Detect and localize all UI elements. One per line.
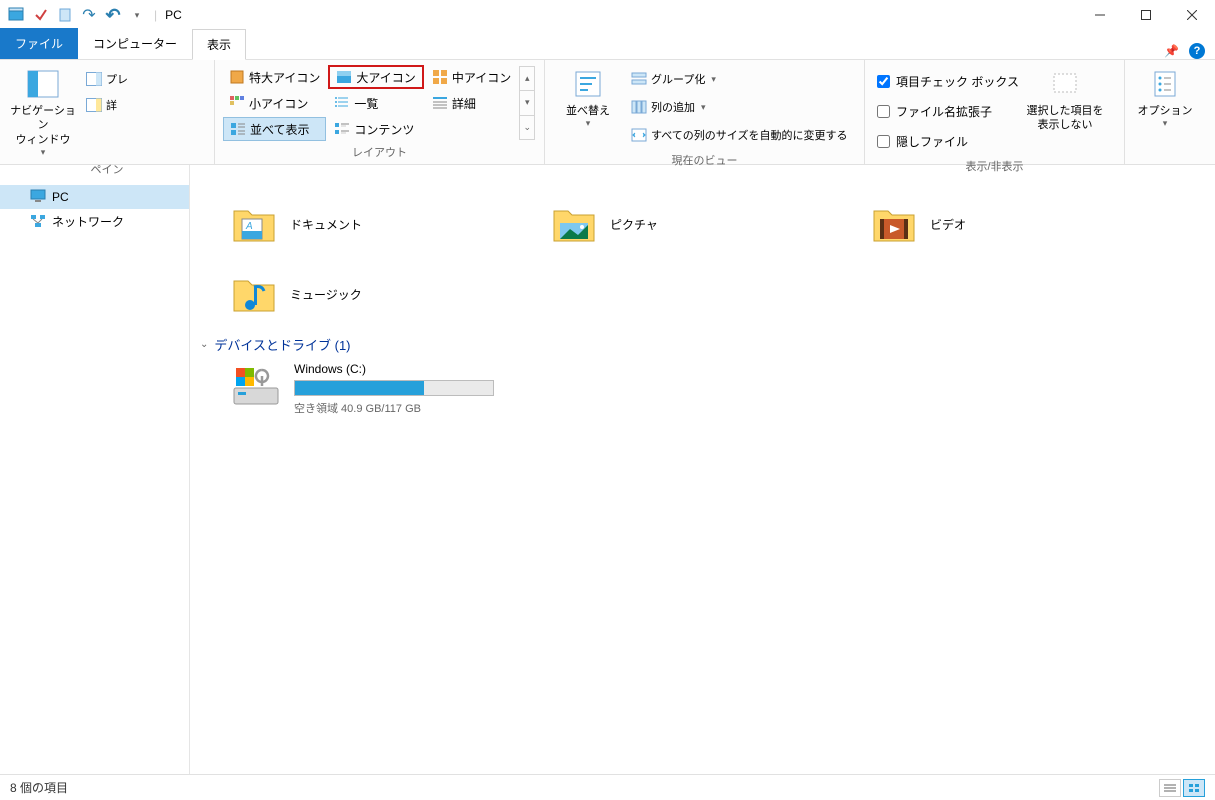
list-item[interactable]: [870, 165, 1120, 189]
window-title: PC: [165, 8, 182, 22]
options-button[interactable]: オプション ▾: [1133, 64, 1197, 130]
view-details-button[interactable]: [1159, 779, 1181, 797]
status-item-count: 8 個の項目: [10, 779, 68, 796]
tab-view[interactable]: 表示: [192, 29, 246, 60]
autosize-columns-button[interactable]: すべての列のサイズを自動的に変更する: [627, 124, 851, 146]
add-columns-button[interactable]: 列の追加▾: [627, 96, 851, 118]
sidebar-item-pc[interactable]: PC: [0, 185, 189, 209]
qat-new-button[interactable]: [54, 4, 76, 26]
view-large-icons-button[interactable]: [1183, 779, 1205, 797]
devices-section-header[interactable]: ⌄ デバイスとドライブ (1): [200, 329, 1215, 362]
tab-computer[interactable]: コンピューター: [78, 28, 192, 59]
drive-usage-bar: [294, 380, 494, 396]
layout-gallery: 特大アイコン 大アイコン 中アイコン 小アイコン 一覧 詳細 並べて表示 コンテ…: [223, 65, 517, 141]
pc-icon: [30, 189, 46, 205]
music-icon: [230, 270, 278, 318]
videos-icon: [870, 200, 918, 248]
layout-list[interactable]: 一覧: [328, 91, 423, 115]
drive-icon: [230, 362, 282, 410]
sort-by-button[interactable]: 並べ替え ▾: [553, 64, 623, 130]
details-pane-button[interactable]: 詳: [82, 94, 132, 116]
close-button[interactable]: [1169, 0, 1215, 30]
tab-file[interactable]: ファイル: [0, 28, 78, 59]
minimize-button[interactable]: [1077, 0, 1123, 30]
help-icon[interactable]: ?: [1189, 43, 1205, 59]
main-content: A ドキュメント ピクチャ ビデオ ミュージック ⌄ デバイスとドライブ (1): [190, 165, 1215, 774]
navigation-sidebar: PC ネットワーク: [0, 165, 190, 774]
explorer-icon: [6, 4, 28, 26]
ribbon-tabs: ファイル コンピューター 表示 📌 ?: [0, 30, 1215, 60]
drive-free-text: 空き領域 40.9 GB/117 GB: [294, 400, 510, 416]
hidden-files-checkbox[interactable]: 隠しファイル: [877, 130, 1019, 152]
folder-label: ビデオ: [930, 216, 966, 233]
layout-gallery-scroll[interactable]: ▴▾⌄: [519, 66, 535, 140]
network-icon: [30, 214, 46, 230]
list-item[interactable]: [550, 165, 800, 189]
drive-c[interactable]: Windows (C:) 空き領域 40.9 GB/117 GB: [200, 362, 540, 416]
ribbon: ナビゲーション ウィンドウ ▾ プレ 詳 ペイン 特大アイコン 大アイコン 中ア…: [0, 60, 1215, 165]
title-bar: ↷ ↶ ▾ | PC: [0, 0, 1215, 30]
list-item[interactable]: [230, 165, 480, 189]
qat-redo-button[interactable]: ↷: [78, 4, 100, 26]
drive-name: Windows (C:): [294, 362, 510, 376]
folder-label: ピクチャ: [610, 216, 658, 233]
group-by-button[interactable]: グループ化▾: [627, 68, 851, 90]
navigation-pane-button[interactable]: ナビゲーション ウィンドウ ▾: [8, 64, 78, 159]
chevron-down-icon: ⌄: [200, 339, 208, 350]
preview-pane-button[interactable]: プレ: [82, 68, 132, 90]
file-extensions-checkbox[interactable]: ファイル名拡張子: [877, 100, 1019, 122]
layout-content[interactable]: コンテンツ: [328, 117, 423, 141]
layout-large-icons[interactable]: 大アイコン: [328, 65, 423, 89]
folder-documents[interactable]: A ドキュメント: [230, 189, 480, 259]
folder-label: ドキュメント: [290, 216, 362, 233]
folder-pictures[interactable]: ピクチャ: [550, 189, 800, 259]
sidebar-item-network[interactable]: ネットワーク: [0, 209, 189, 234]
layout-small-icons[interactable]: 小アイコン: [223, 91, 326, 115]
layout-extra-large-icons[interactable]: 特大アイコン: [223, 65, 326, 89]
maximize-button[interactable]: [1123, 0, 1169, 30]
layout-medium-icons[interactable]: 中アイコン: [426, 65, 517, 89]
documents-icon: A: [230, 200, 278, 248]
pictures-icon: [550, 200, 598, 248]
layout-tiles[interactable]: 並べて表示: [223, 117, 326, 141]
qat-undo-button[interactable]: ↶: [102, 4, 124, 26]
layout-details[interactable]: 詳細: [426, 91, 517, 115]
item-checkboxes-checkbox[interactable]: 項目チェック ボックス: [877, 70, 1019, 92]
folder-label: ミュージック: [290, 286, 362, 303]
group-label-layout: レイアウト: [223, 142, 536, 164]
svg-text:A: A: [245, 221, 253, 232]
hide-selected-button[interactable]: 選択した項目を 表示しない: [1023, 64, 1107, 133]
status-bar: 8 個の項目: [0, 774, 1215, 800]
folder-videos[interactable]: ビデオ: [870, 189, 1120, 259]
qat-customize-dropdown[interactable]: ▾: [126, 4, 148, 26]
qat-properties-button[interactable]: [30, 4, 52, 26]
minimize-ribbon-icon[interactable]: 📌: [1164, 44, 1179, 58]
folder-music[interactable]: ミュージック: [230, 259, 480, 329]
